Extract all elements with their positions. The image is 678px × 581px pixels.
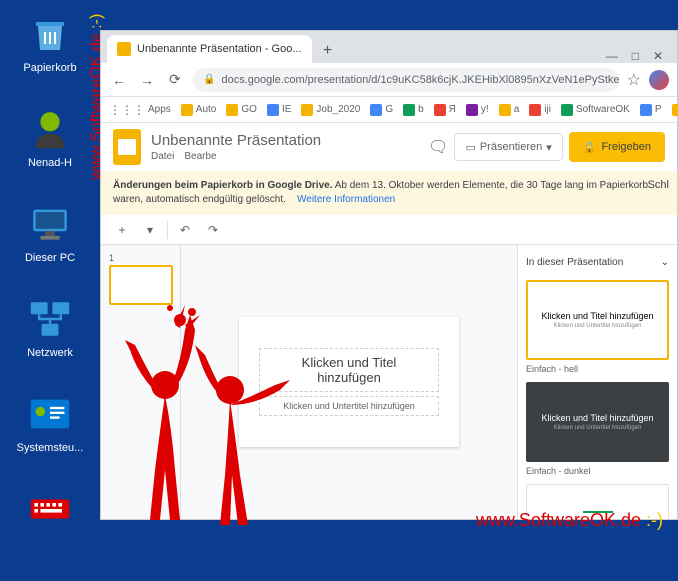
network-icon (26, 295, 74, 343)
back-button[interactable]: ← (109, 70, 129, 90)
theme-option[interactable]: Klicken und Titel hinzufügen Klicken und… (526, 280, 669, 360)
tab-bar: Unbenannte Präsentation - Goo... + — □ ✕ (101, 31, 677, 63)
banner-link[interactable]: Weitere Informationen (297, 194, 395, 205)
banner-close[interactable]: Schl (648, 179, 669, 191)
lock-icon: 🔒 (203, 74, 215, 85)
bookmark-item[interactable]: SoftwareOK (561, 104, 630, 116)
comments-icon[interactable]: 🗨 (428, 137, 448, 157)
bookmark-item[interactable]: IE (267, 104, 291, 116)
menu-file[interactable]: Datei (151, 151, 174, 162)
menu-edit[interactable]: Bearbe (184, 151, 216, 162)
new-tab-button[interactable]: + (316, 39, 340, 63)
undo-button[interactable]: ↶ (174, 219, 196, 241)
bookmark-item[interactable]: a (499, 104, 520, 116)
recycle-bin-icon (26, 10, 74, 58)
document-title[interactable]: Unbenannte Präsentation (151, 132, 418, 149)
present-button[interactable]: ▭ Präsentieren ▾ (454, 133, 562, 161)
reload-button[interactable]: ⟳ (165, 70, 185, 90)
desktop-icon-label: Papierkorb (23, 62, 76, 74)
theme-label: Einfach - dunkel (526, 466, 669, 476)
dropdown-icon: ▾ (546, 141, 552, 154)
new-slide-button[interactable]: + (111, 219, 133, 241)
apps-button[interactable]: ⋮⋮⋮Apps (109, 103, 171, 117)
bookmark-item[interactable]: Auto (181, 104, 217, 116)
dropdown-icon[interactable]: ▾ (139, 219, 161, 241)
desktop-icon-control-panel[interactable]: Systemsteu... (15, 390, 85, 454)
bookmark-item[interactable]: FAQ-EX (672, 99, 678, 121)
toolbar: + ▾ ↶ ↷ (101, 215, 677, 245)
browser-tab[interactable]: Unbenannte Präsentation - Goo... (107, 35, 312, 63)
url-text: docs.google.com/presentation/d/1c9uKC58k… (221, 74, 618, 86)
theme-label: Einfach - hell (526, 364, 669, 374)
theme-panel: In dieser Präsentation ⌄ Klicken und Tit… (517, 245, 677, 519)
tab-title: Unbenannte Präsentation - Goo... (137, 43, 302, 55)
maximize-button[interactable]: □ (632, 49, 639, 63)
user-icon (26, 105, 74, 153)
profile-avatar[interactable] (649, 70, 669, 90)
share-button[interactable]: 🔒 Freigeben (569, 132, 665, 162)
bookmark-item[interactable]: P (640, 104, 662, 116)
browser-window: Unbenannte Präsentation - Goo... + — □ ✕… (100, 30, 678, 520)
theme-panel-header[interactable]: In dieser Präsentation ⌄ (526, 253, 669, 272)
subtitle-placeholder[interactable]: Klicken und Untertitel hinzufügen (259, 396, 439, 416)
slides-header: Unbenannte Präsentation Datei Bearbe 🗨 ▭… (101, 123, 677, 171)
control-panel-icon (26, 390, 74, 438)
bookmark-item[interactable]: iji (529, 104, 551, 116)
star-icon[interactable]: ☆ (627, 70, 641, 90)
desktop-icon-recycle-bin[interactable]: Papierkorb (15, 10, 85, 74)
menu-bar: Datei Bearbe (151, 151, 418, 162)
desktop-icon-label: Systemsteu... (17, 442, 84, 454)
theme-option[interactable]: Klicken und Titel hinzufügen Klicken und… (526, 382, 669, 462)
slide-panel: 1 (101, 245, 181, 519)
desktop-icon-user[interactable]: Nenad-H (15, 105, 85, 169)
watermark-bottom: www.SoftwareOK.de :-) (476, 510, 663, 531)
slide-thumbnail[interactable] (109, 265, 173, 305)
bookmark-item[interactable]: b (403, 104, 424, 116)
bookmark-item[interactable]: Job_2020 (301, 104, 360, 116)
desktop-icon-label: Netzwerk (27, 347, 73, 359)
desktop-icon-keyboard[interactable] (15, 485, 85, 537)
pc-icon (26, 200, 74, 248)
present-icon: ▭ (465, 141, 475, 154)
desktop-icon-network[interactable]: Netzwerk (15, 295, 85, 359)
bookmarks-bar: ⋮⋮⋮Apps Auto GO IE Job_2020 G b Я y! a i… (101, 97, 677, 123)
close-button[interactable]: ✕ (653, 49, 663, 63)
title-placeholder[interactable]: Klicken und Titel hinzufügen (259, 348, 439, 392)
slides-logo-icon[interactable] (113, 129, 141, 165)
url-bar: ← → ⟳ 🔒 docs.google.com/presentation/d/1… (101, 63, 677, 97)
desktop-icon-label: Nenad-H (28, 157, 72, 169)
url-input[interactable]: 🔒 docs.google.com/presentation/d/1c9uKC5… (193, 68, 619, 92)
bookmark-item[interactable]: y! (466, 104, 489, 116)
desktop-icon-label: Dieser PC (25, 252, 75, 264)
lock-icon: 🔒 (583, 141, 597, 154)
banner-bold: Änderungen beim Papierkorb in Google Dri… (113, 180, 332, 191)
canvas[interactable]: Klicken und Titel hinzufügen Klicken und… (181, 245, 517, 519)
redo-button[interactable]: ↷ (202, 219, 224, 241)
minimize-button[interactable]: — (606, 49, 618, 63)
slides-favicon (117, 42, 131, 56)
keyboard-icon (26, 485, 74, 533)
window-controls: — □ ✕ (606, 49, 671, 63)
desktop-icon-this-pc[interactable]: Dieser PC (15, 200, 85, 264)
bookmark-item[interactable]: Я (434, 104, 456, 116)
bookmark-item[interactable]: G (370, 104, 393, 116)
forward-button[interactable]: → (137, 70, 157, 90)
main-area: 1 Klicken und Titel hinzufügen Klicken u… (101, 245, 677, 519)
bookmark-item[interactable]: GO (226, 104, 257, 116)
chevron-down-icon: ⌄ (661, 257, 669, 268)
slide: Klicken und Titel hinzufügen Klicken und… (239, 317, 459, 447)
notification-banner: Änderungen beim Papierkorb in Google Dri… (101, 171, 677, 215)
slide-number: 1 (109, 253, 172, 263)
